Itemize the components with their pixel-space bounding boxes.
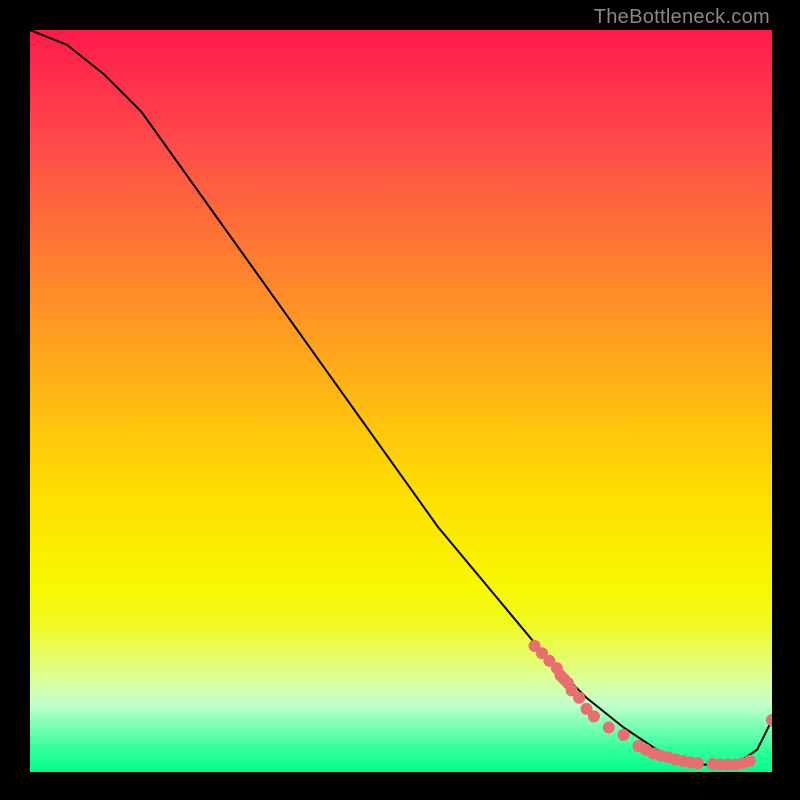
data-marker	[588, 710, 600, 722]
data-markers	[529, 640, 772, 771]
data-marker	[692, 757, 704, 769]
data-marker	[766, 714, 772, 726]
chart-svg	[30, 30, 772, 772]
chart-container: TheBottleneck.com	[0, 0, 800, 800]
data-marker	[744, 755, 756, 767]
data-marker	[618, 729, 630, 741]
watermark-text: TheBottleneck.com	[594, 6, 770, 29]
bottleneck-curve	[30, 30, 772, 765]
data-marker	[573, 692, 585, 704]
data-marker	[603, 721, 615, 733]
curve-line	[30, 30, 772, 765]
